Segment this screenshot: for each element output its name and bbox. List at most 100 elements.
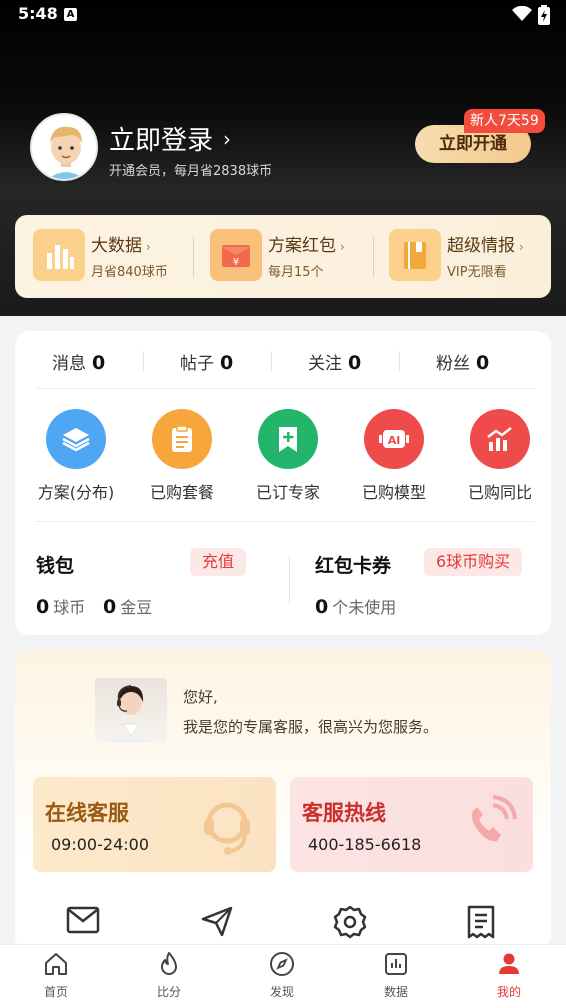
stat-label: 帖子 — [180, 354, 214, 374]
stat-posts[interactable]: 帖子 0 — [180, 349, 233, 374]
stat-following[interactable]: 关注 0 — [308, 349, 361, 374]
red-envelope-icon: ¥ — [210, 229, 262, 281]
feature-packages[interactable]: 已购套餐 — [137, 409, 227, 503]
stat-value: 0 — [348, 352, 362, 374]
online-service-button[interactable]: 在线客服 09:00-24:00 — [33, 777, 276, 872]
nav-home[interactable]: 首页 — [21, 951, 91, 1000]
feature-experts[interactable]: 已订专家 — [243, 409, 333, 503]
hotline-button[interactable]: 客服热线 400-185-6618 — [290, 777, 533, 872]
beans-value: 0 — [103, 596, 117, 618]
service-greeting: 您好, — [183, 688, 218, 706]
service-agent-avatar — [95, 678, 167, 743]
bookmark-plus-icon — [258, 409, 318, 469]
feature-plans[interactable]: 方案(分布) — [31, 409, 121, 503]
coupons-title: 红包卡券 — [315, 555, 392, 577]
customer-service-card: 您好, 我是您的专属客服，很高兴为您服务。 在线客服 09:00-24:00 客… — [15, 650, 551, 950]
status-time: 5:48 — [18, 4, 58, 23]
trend-chart-icon — [470, 409, 530, 469]
divider — [271, 351, 272, 371]
hotline-number: 400-185-6618 — [308, 835, 422, 854]
beans-label: 金豆 — [120, 598, 153, 617]
vip-item-title: 大数据 — [91, 236, 142, 256]
chevron-right-icon: › — [519, 240, 524, 254]
feature-comparisons[interactable]: 已购同比 — [455, 409, 545, 503]
avatar-boy-icon — [32, 115, 96, 179]
new-user-badge: 新人7天59 — [464, 109, 545, 133]
send-icon[interactable] — [200, 905, 234, 937]
battery-icon — [538, 5, 550, 25]
wallet-coins[interactable]: 0 球币 — [36, 594, 85, 618]
recharge-button[interactable]: 充值 — [190, 548, 247, 576]
home-icon — [45, 953, 67, 975]
svg-text:AI: AI — [388, 434, 401, 447]
receipt-icon[interactable] — [466, 905, 496, 939]
feature-label: 已购同比 — [467, 483, 532, 502]
compass-icon — [270, 952, 294, 976]
phone-call-icon — [471, 795, 517, 842]
nav-me[interactable]: 我的 — [474, 951, 544, 1000]
feature-label: 已订专家 — [255, 483, 320, 502]
coins-value: 0 — [36, 596, 50, 618]
divider — [399, 351, 400, 371]
status-bar: 5:48 A — [0, 0, 566, 30]
chevron-right-icon: › — [223, 126, 232, 151]
stat-value: 0 — [220, 352, 234, 374]
stat-label: 粉丝 — [436, 354, 470, 374]
stat-value: 0 — [92, 352, 106, 374]
avatar[interactable] — [30, 113, 98, 181]
online-service-hours: 09:00-24:00 — [51, 835, 149, 854]
notebook-icon — [389, 229, 441, 281]
stat-label: 关注 — [308, 354, 342, 374]
nav-scores[interactable]: 比分 — [134, 951, 204, 1000]
stat-fans[interactable]: 粉丝 0 — [436, 349, 489, 374]
vip-benefits-card: 大数据 › 月省840球币 ¥ 方案红包 › 每月15个 超级情报 › VIP无限看 — [15, 215, 551, 298]
account-card: 消息 0 帖子 0 关注 0 粉丝 0 方案(分布) 已购套餐 已订专家 AI 已购模型… — [15, 331, 551, 635]
bottom-navigation: 首页 比分 发现 数据 我的 — [0, 944, 566, 1008]
coupon-count-value: 0 — [315, 596, 329, 618]
chevron-right-icon: › — [340, 240, 345, 254]
divider — [35, 521, 535, 522]
layers-icon — [46, 409, 106, 469]
vip-item-subtitle: 每月15个 — [268, 265, 324, 280]
nav-discover[interactable]: 发现 — [247, 951, 317, 1000]
feature-label: 已购模型 — [361, 483, 426, 502]
bar-chart-icon — [33, 229, 85, 281]
headset-agent-icon — [204, 802, 250, 855]
buy-coupons-button[interactable]: 6球币购买 — [424, 548, 523, 576]
online-service-title: 在线客服 — [45, 801, 129, 825]
nav-label: 数据 — [383, 985, 408, 999]
clipboard-icon — [152, 409, 212, 469]
login-link[interactable]: 立即登录 › — [109, 120, 231, 157]
nav-label: 比分 — [156, 985, 181, 999]
feature-models[interactable]: AI 已购模型 — [349, 409, 439, 503]
feature-label: 方案(分布) — [37, 483, 115, 502]
profile-header: 5:48 A 立即登录 › 开通会员，每月省2838球币 立即开通 新人7天59… — [0, 0, 566, 316]
vip-item-subtitle: VIP无限看 — [447, 265, 507, 280]
coupon-count-label: 个未使用 — [332, 598, 397, 617]
stat-messages[interactable]: 消息 0 — [52, 349, 105, 374]
wallet-title: 钱包 — [36, 555, 75, 577]
settings-icon[interactable] — [333, 905, 367, 939]
stat-label: 消息 — [52, 354, 86, 374]
login-subtitle: 开通会员，每月省2838球币 — [109, 164, 273, 179]
coupons-count[interactable]: 0 个未使用 — [315, 594, 396, 618]
user-icon — [499, 953, 519, 974]
app-notification-icon: A — [64, 8, 77, 21]
vip-item-title: 超级情报 — [447, 236, 515, 256]
vip-item-title: 方案红包 — [268, 236, 336, 256]
nav-label: 发现 — [269, 985, 294, 999]
feature-label: 已购套餐 — [149, 483, 214, 502]
wifi-icon — [512, 6, 532, 21]
chart-icon — [385, 953, 407, 975]
vip-item-subtitle: 月省840球币 — [91, 265, 168, 280]
divider — [143, 351, 144, 371]
divider — [289, 556, 290, 604]
nav-label: 我的 — [496, 985, 521, 999]
nav-data[interactable]: 数据 — [361, 951, 431, 1000]
nav-label: 首页 — [43, 985, 68, 999]
login-title: 立即登录 — [109, 126, 214, 156]
flame-icon — [161, 952, 177, 975]
mail-icon[interactable] — [66, 905, 100, 935]
wallet-beans[interactable]: 0 金豆 — [103, 594, 152, 618]
service-intro: 我是您的专属客服，很高兴为您服务。 — [183, 718, 439, 736]
